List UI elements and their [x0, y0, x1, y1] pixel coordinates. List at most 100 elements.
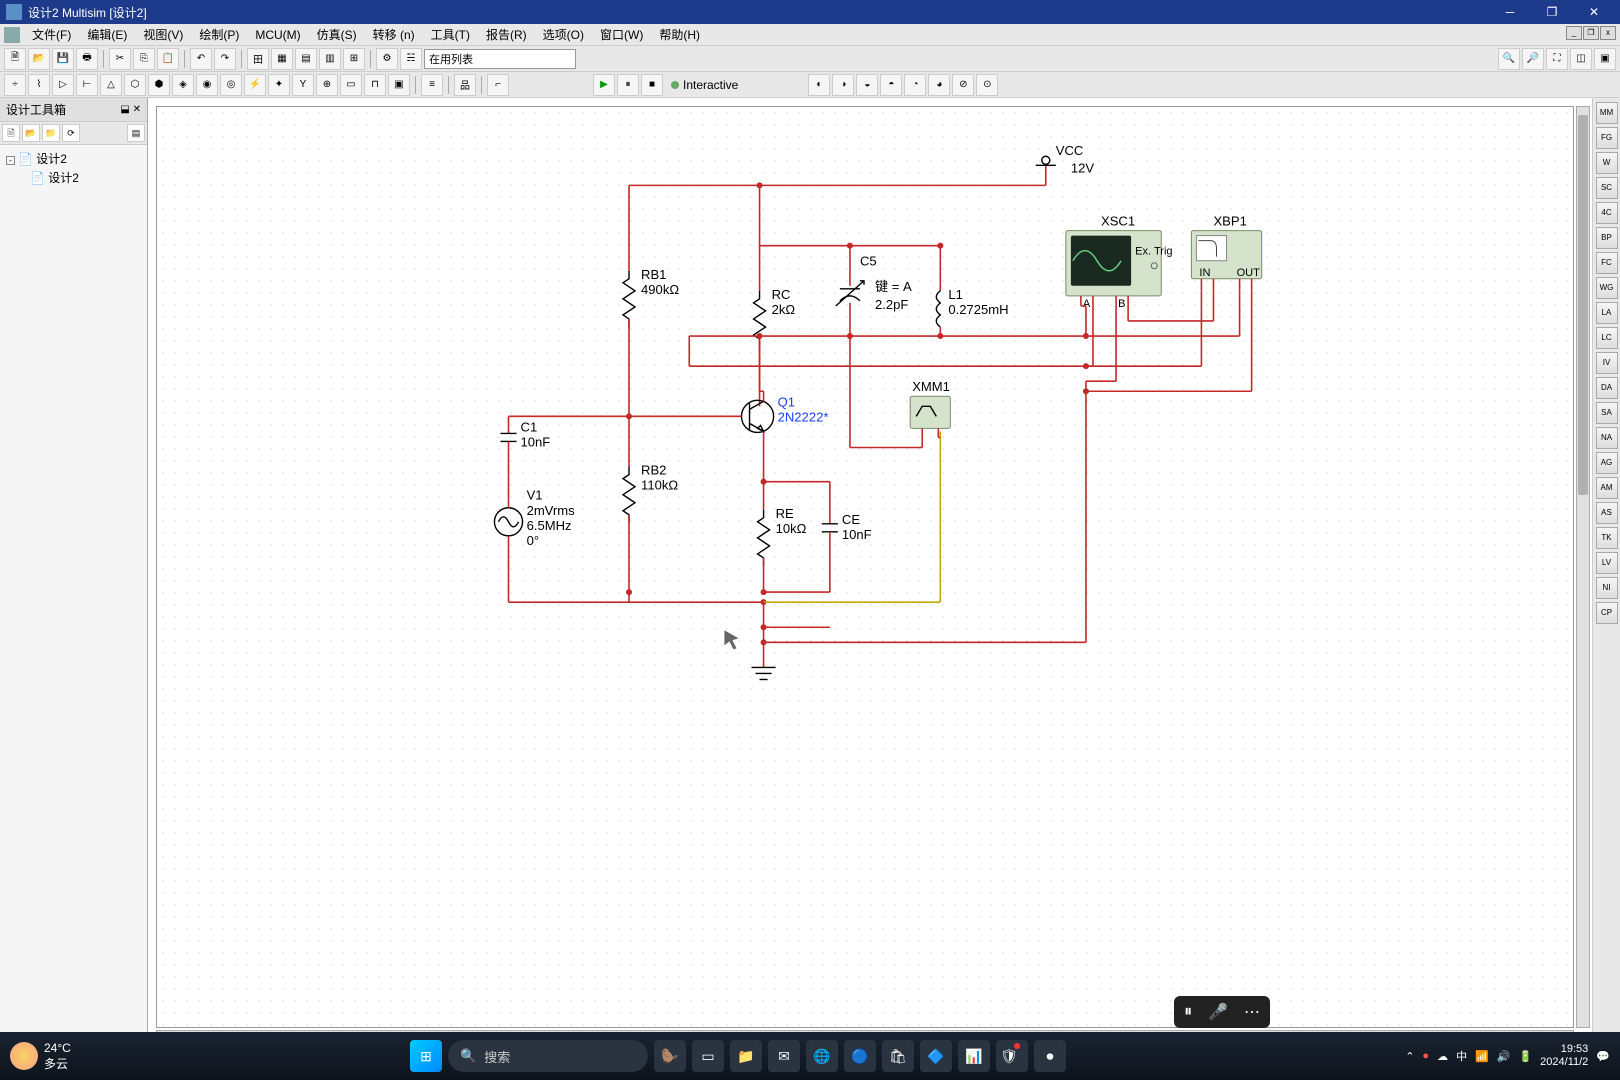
media-more-icon[interactable]: ⋯ [1244, 1002, 1260, 1022]
place-cmos-button[interactable]: ⬢ [148, 74, 170, 96]
menu-options[interactable]: 选项(O) [535, 24, 592, 45]
place-power-button[interactable]: ⚡ [244, 74, 266, 96]
menu-view[interactable]: 视图(V) [135, 24, 191, 45]
instr-netanalyzer[interactable]: NA [1596, 427, 1618, 449]
schematic-canvas[interactable]: VCC 12V RB1 490kΩ [156, 106, 1574, 1028]
media-control-overlay[interactable]: ⏸ 🎤 ⋯ [1174, 996, 1270, 1028]
menu-help[interactable]: 帮助(H) [651, 24, 708, 45]
print-button[interactable]: 🖶 [76, 48, 98, 70]
place-basic-button[interactable]: ⌇ [28, 74, 50, 96]
tb-btn-5[interactable]: ⊞ [343, 48, 365, 70]
tray-notifications-icon[interactable]: 💬 [1596, 1050, 1610, 1063]
taskbar-app-6[interactable]: 🛡 [996, 1040, 1028, 1072]
sim-btn-2[interactable]: ◑ [832, 74, 854, 96]
menu-reports[interactable]: 报告(R) [478, 24, 535, 45]
tray-icon-1[interactable]: ● [1422, 1050, 1429, 1062]
taskbar-browser[interactable]: 🔵 [844, 1040, 876, 1072]
tray-wifi-icon[interactable]: 📶 [1475, 1050, 1489, 1063]
taskbar-app-2[interactable]: ▭ [692, 1040, 724, 1072]
save-button[interactable]: 💾 [52, 48, 74, 70]
lt-btn-1[interactable]: 🗎 [2, 124, 20, 142]
instr-wordgen[interactable]: WG [1596, 277, 1618, 299]
system-tray[interactable]: ⌃ ● ☁ 中 📶 🔊 🔋 19:53 2024/11/2 💬 [1405, 1043, 1610, 1069]
paste-button[interactable]: 📋 [157, 48, 179, 70]
taskbar-search[interactable]: 🔍 搜索 [448, 1040, 648, 1072]
sim-btn-1[interactable]: ◐ [808, 74, 830, 96]
run-button[interactable]: ▶ [593, 74, 615, 96]
place-ni-button[interactable]: ▭ [340, 74, 362, 96]
place-elmech-button[interactable]: ⊕ [316, 74, 338, 96]
new-button[interactable]: 🗎 [4, 48, 26, 70]
vertical-scrollbar[interactable] [1576, 106, 1590, 1028]
place-misc-button[interactable]: ◈ [172, 74, 194, 96]
instr-agilent-sc[interactable]: AS [1596, 502, 1618, 524]
menu-edit[interactable]: 编辑(E) [79, 24, 135, 45]
place-analog-button[interactable]: △ [100, 74, 122, 96]
instr-oscilloscope[interactable]: SC [1596, 177, 1618, 199]
tb-btn-1[interactable]: 田 [247, 48, 269, 70]
inuse-list-combo[interactable] [424, 49, 576, 69]
taskbar-app-4[interactable]: 🔷 [920, 1040, 952, 1072]
mdi-close[interactable]: x [1600, 26, 1616, 40]
sim-btn-8[interactable]: ⊙ [976, 74, 998, 96]
menu-file[interactable]: 文件(F) [24, 24, 79, 45]
open-button[interactable]: 📂 [28, 48, 50, 70]
minimize-button[interactable]: ─ [1490, 2, 1530, 22]
lt-btn-5[interactable]: ▤ [127, 124, 145, 142]
sim-btn-5[interactable]: ◔ [904, 74, 926, 96]
copy-button[interactable]: ⎘ [133, 48, 155, 70]
sim-btn-4[interactable]: ◓ [880, 74, 902, 96]
taskbar-weather[interactable]: 24°C 多云 [10, 1041, 71, 1072]
tb-btn-2[interactable]: ▦ [271, 48, 293, 70]
redo-button[interactable]: ↷ [214, 48, 236, 70]
place-source-button[interactable]: ÷ [4, 74, 26, 96]
taskbar-edge[interactable]: 🌐 [806, 1040, 838, 1072]
place-ttl-button[interactable]: ⬡ [124, 74, 146, 96]
taskbar-app-7[interactable]: ⏺ [1034, 1040, 1066, 1072]
instr-4ch-scope[interactable]: 4C [1596, 202, 1618, 224]
zoom-in-button[interactable]: 🔍 [1498, 48, 1520, 70]
instr-multimeter[interactable]: MM [1596, 102, 1618, 124]
instr-bode[interactable]: BP [1596, 227, 1618, 249]
instr-spectrum[interactable]: SA [1596, 402, 1618, 424]
instr-currentprobe[interactable]: CP [1596, 602, 1618, 624]
menu-simulate[interactable]: 仿真(S) [309, 24, 365, 45]
misc-button[interactable]: ⌐ [487, 74, 509, 96]
instr-tek-sc[interactable]: TK [1596, 527, 1618, 549]
place-rf-button[interactable]: Y [292, 74, 314, 96]
instr-logicanalyzer[interactable]: LA [1596, 302, 1618, 324]
hierarchy-button[interactable]: 品 [454, 74, 476, 96]
panel-close-icon[interactable]: ⬓ ✕ [120, 104, 141, 115]
instr-labview[interactable]: LV [1596, 552, 1618, 574]
instr-agilent-fg[interactable]: AG [1596, 452, 1618, 474]
tray-chevron-icon[interactable]: ⌃ [1405, 1050, 1414, 1063]
taskbar-explorer[interactable]: 📁 [730, 1040, 762, 1072]
zoom-area-button[interactable]: ◫ [1570, 48, 1592, 70]
place-bus-button[interactable]: ≡ [421, 74, 443, 96]
taskbar-mail[interactable]: ✉ [768, 1040, 800, 1072]
start-button[interactable]: ⊞ [410, 1040, 442, 1072]
close-button[interactable]: ✕ [1574, 2, 1614, 22]
menu-tools[interactable]: 工具(T) [423, 24, 478, 45]
lt-btn-2[interactable]: 📂 [22, 124, 40, 142]
tray-volume-icon[interactable]: 🔊 [1497, 1050, 1511, 1063]
sim-btn-3[interactable]: ◒ [856, 74, 878, 96]
tb-btn-7[interactable]: ☵ [400, 48, 422, 70]
menu-place[interactable]: 绘制(P) [191, 24, 247, 45]
zoom-fit-button[interactable]: ⛶ [1546, 48, 1568, 70]
lt-btn-3[interactable]: 📁 [42, 124, 60, 142]
place-indicator-button[interactable]: ◎ [220, 74, 242, 96]
pause-button[interactable]: ⏸ [617, 74, 639, 96]
menu-window[interactable]: 窗口(W) [592, 24, 651, 45]
mdi-restore[interactable]: ❐ [1583, 26, 1599, 40]
instr-funcgen[interactable]: FG [1596, 127, 1618, 149]
sim-btn-6[interactable]: ◕ [928, 74, 950, 96]
place-diode-button[interactable]: ▷ [52, 74, 74, 96]
maximize-button[interactable]: ❐ [1532, 2, 1572, 22]
menu-mcu[interactable]: MCU(M) [247, 26, 308, 44]
taskbar-app-5[interactable]: 📊 [958, 1040, 990, 1072]
instr-distortion[interactable]: DA [1596, 377, 1618, 399]
tb-btn-6[interactable]: ⚙ [376, 48, 398, 70]
sim-btn-7[interactable]: ⊘ [952, 74, 974, 96]
fullscreen-button[interactable]: ▣ [1594, 48, 1616, 70]
